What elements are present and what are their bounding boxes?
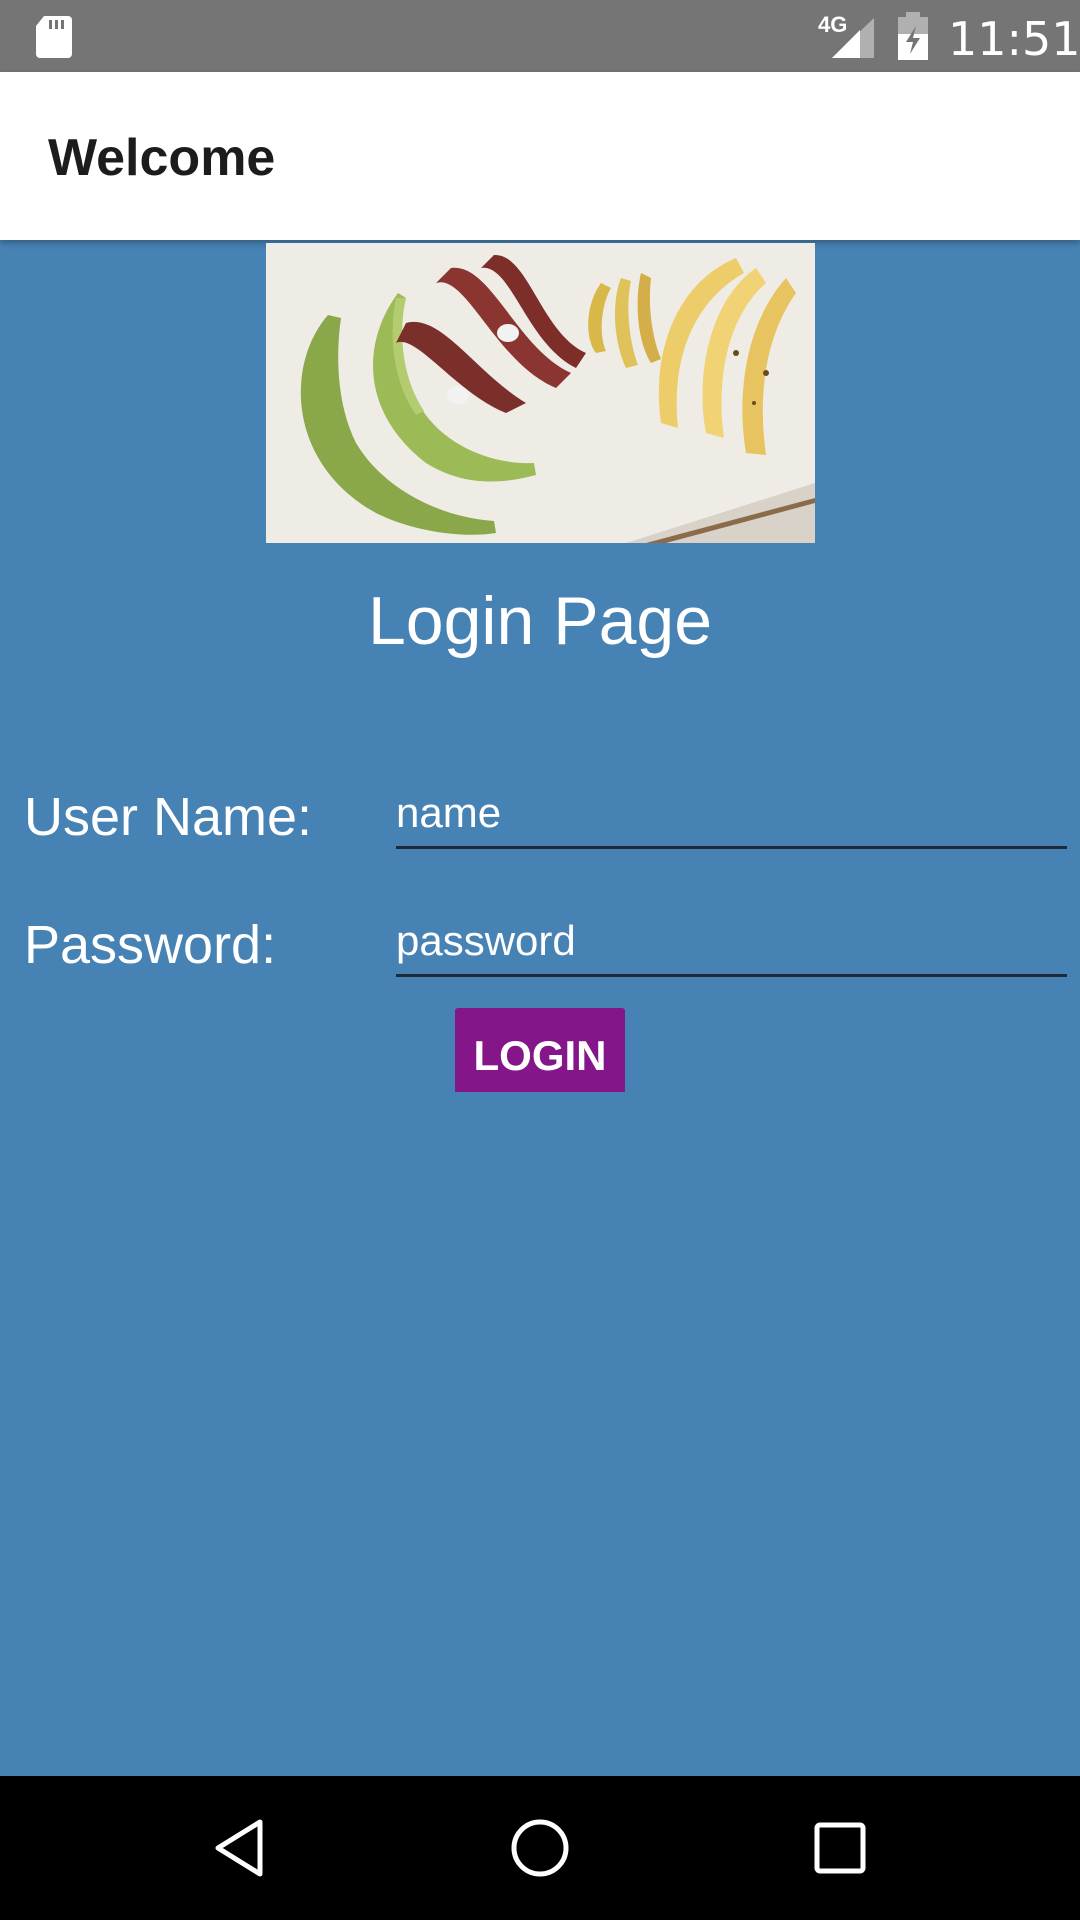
nav-bar [0, 1776, 1080, 1920]
password-label: Password: [24, 915, 277, 975]
app-bar: Welcome [0, 72, 1080, 240]
battery-charging-icon [898, 12, 928, 60]
page-heading: Login Page [367, 583, 713, 659]
password-input[interactable] [396, 908, 1067, 977]
login-button[interactable]: LOGIN [455, 1008, 625, 1092]
back-icon[interactable] [204, 1812, 276, 1884]
app-title: Welcome [48, 129, 276, 187]
sd-card-icon [36, 16, 72, 58]
username-input[interactable] [396, 780, 1067, 849]
home-icon[interactable] [504, 1812, 576, 1884]
recents-icon[interactable] [804, 1812, 876, 1884]
username-label: User Name: [24, 787, 313, 847]
network-type-label: 4G [818, 12, 848, 37]
bananas-photo [266, 243, 815, 543]
bananas-image [266, 243, 815, 543]
status-time: 11:51 [948, 12, 1080, 66]
status-bar: 4G 11:51 [0, 0, 1080, 72]
